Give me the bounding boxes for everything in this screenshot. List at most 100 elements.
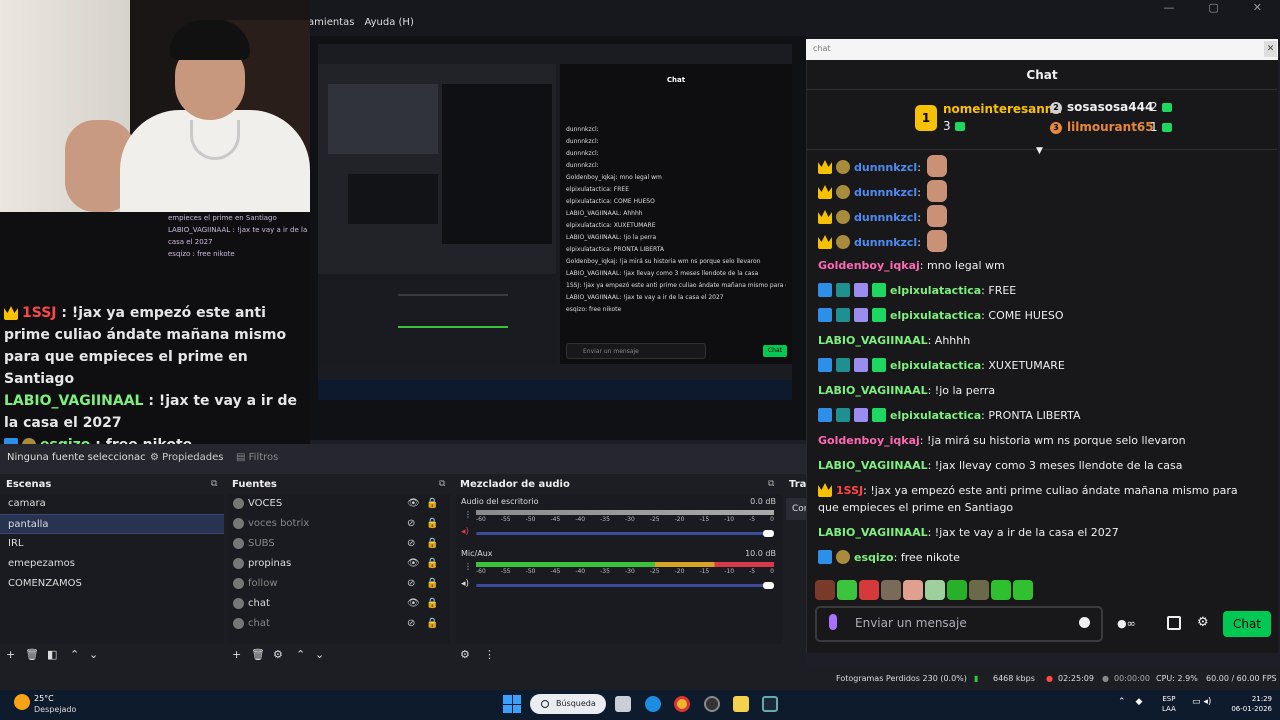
add-source-button[interactable]: +: [232, 648, 241, 661]
leaderboard-user-3[interactable]: lilmourant65: [1067, 120, 1154, 134]
mixer-settings-icon[interactable]: ⚙: [460, 648, 470, 661]
lock-icon[interactable]: 🔒: [426, 554, 438, 574]
volume-fader-knob[interactable]: [763, 582, 774, 589]
gold-badge-icon[interactable]: [836, 235, 850, 249]
chat-username[interactable]: LABIO_VAGIINAAL: [818, 526, 928, 539]
gold-badge-icon[interactable]: [836, 160, 850, 174]
blue-badge-icon[interactable]: [818, 358, 832, 372]
channel-menu-icon[interactable]: ⋮: [464, 562, 472, 571]
move-scene-up-button[interactable]: ⌃: [70, 648, 79, 661]
green-badge-icon[interactable]: [872, 283, 886, 297]
scene-item[interactable]: IRL: [0, 534, 224, 554]
maximize-button[interactable]: ▢: [1208, 1, 1218, 14]
gold-badge-icon[interactable]: [836, 210, 850, 224]
crown-badge-icon[interactable]: [818, 483, 832, 497]
pink-badge-icon[interactable]: [854, 408, 868, 422]
blue-badge-icon[interactable]: [818, 283, 832, 297]
network-volume-icons[interactable]: ▭ ◂): [1192, 697, 1211, 707]
leaderboard-user-1[interactable]: nomeinteresannn: [943, 102, 1062, 116]
speaker-icon[interactable]: ◂): [461, 579, 469, 589]
chat-username[interactable]: LABIO_VAGIINAAL: [818, 334, 928, 347]
emote-icon[interactable]: [991, 580, 1011, 600]
crown-badge-icon[interactable]: [818, 210, 832, 224]
chevron-up-icon[interactable]: ⌃: [1118, 697, 1126, 707]
lock-icon[interactable]: 🔒: [426, 534, 438, 554]
pink-badge-icon[interactable]: [854, 358, 868, 372]
emote-icon[interactable]: [969, 580, 989, 600]
blue-badge-icon[interactable]: [818, 408, 832, 422]
source-item[interactable]: propinas 👁 🔒: [228, 554, 450, 574]
eye-off-icon[interactable]: ⊘: [407, 574, 415, 594]
chat-username[interactable]: Goldenboy_iqkaj: [818, 434, 920, 447]
chat-username[interactable]: Goldenboy_iqkaj: [818, 259, 920, 272]
chat-username[interactable]: elpixulatactica: [890, 284, 981, 297]
dock-float-icon[interactable]: ⧉: [211, 479, 217, 489]
pink-badge-icon[interactable]: [854, 308, 868, 322]
teal-badge-icon[interactable]: [836, 308, 850, 322]
eye-off-icon[interactable]: ⊘: [407, 514, 415, 534]
security-icon[interactable]: ◆: [1136, 697, 1143, 707]
chat-username[interactable]: dunnnkzcl: [854, 211, 917, 224]
move-source-down-button[interactable]: ⌄: [315, 648, 324, 661]
gold-badge-icon[interactable]: [836, 550, 850, 564]
scene-item[interactable]: camara: [0, 494, 224, 514]
language-indicator[interactable]: ESP LAA: [1162, 694, 1176, 714]
volume-fader[interactable]: [476, 532, 774, 535]
volume-fader[interactable]: [476, 584, 774, 587]
scene-filters-button[interactable]: ◧: [47, 648, 57, 661]
microphone-icon[interactable]: [829, 614, 837, 630]
emote-icon[interactable]: [881, 580, 901, 600]
chat-username[interactable]: LABIO_VAGIINAAL: [818, 384, 928, 397]
crown-badge-icon[interactable]: [818, 160, 832, 174]
eye-off-icon[interactable]: ⊘: [407, 614, 415, 634]
eye-off-icon[interactable]: ⊘: [407, 534, 415, 554]
lock-icon[interactable]: 🔒: [426, 494, 438, 514]
store-icon[interactable]: [1167, 616, 1181, 630]
minimize-button[interactable]: —: [1163, 1, 1174, 14]
crown-badge-icon[interactable]: [818, 235, 832, 249]
face-emote-icon[interactable]: [926, 180, 947, 202]
leaderboard-user-2[interactable]: sosasosa444: [1067, 100, 1153, 114]
blue-badge-icon[interactable]: [818, 308, 832, 322]
gold-badge-icon[interactable]: [836, 185, 850, 199]
chat-settings-icon[interactable]: ⚙: [1197, 615, 1209, 630]
volume-fader-knob[interactable]: [763, 530, 774, 537]
chat-username[interactable]: dunnnkzcl: [854, 161, 917, 174]
green-badge-icon[interactable]: [872, 308, 886, 322]
edge-icon[interactable]: [645, 696, 661, 712]
close-button[interactable]: ✕: [1253, 1, 1262, 14]
move-scene-down-button[interactable]: ⌄: [89, 648, 98, 661]
app-icon[interactable]: [733, 696, 749, 712]
crown-badge-icon[interactable]: [818, 185, 832, 199]
face-emote-icon[interactable]: [926, 205, 947, 227]
source-item[interactable]: voces botrix ⊘ 🔒: [228, 514, 450, 534]
remove-source-button[interactable]: 🗑: [251, 648, 265, 661]
chat-username[interactable]: esqizo: [854, 551, 894, 564]
eye-icon[interactable]: 👁: [407, 494, 420, 514]
chat-username[interactable]: LABIO_VAGIINAAL: [818, 459, 928, 472]
lock-icon[interactable]: 🔒: [426, 514, 438, 534]
emote-icon[interactable]: [1013, 580, 1033, 600]
dock-float-icon[interactable]: ⧉: [768, 479, 774, 489]
chat-username[interactable]: elpixulatactica: [890, 309, 981, 322]
speaker-muted-icon[interactable]: ◂): [461, 527, 469, 537]
emoji-icon[interactable]: [1079, 617, 1090, 628]
source-item[interactable]: VOCES 👁 🔒: [228, 494, 450, 514]
source-item[interactable]: chat ⊘ 🔒: [228, 614, 450, 634]
transition-cut-select[interactable]: Cor: [786, 498, 808, 520]
file-explorer-icon[interactable]: [615, 696, 631, 712]
system-tray-icons[interactable]: ⌃ ◆: [1118, 697, 1142, 707]
emote-icon[interactable]: [903, 580, 923, 600]
emote-icon[interactable]: [837, 580, 857, 600]
green-badge-icon[interactable]: [872, 408, 886, 422]
eye-icon[interactable]: 👁: [407, 554, 420, 574]
scene-item[interactable]: pantalla: [0, 514, 224, 534]
face-emote-icon[interactable]: [926, 230, 947, 252]
filters-button[interactable]: ▤ Filtros: [236, 452, 278, 463]
chat-username[interactable]: elpixulatactica: [890, 359, 981, 372]
emote-icon[interactable]: [947, 580, 967, 600]
bits-icon[interactable]: ●∞: [1117, 617, 1136, 630]
properties-button[interactable]: ⚙ Propiedades: [150, 452, 223, 463]
dock-float-icon[interactable]: ⧉: [439, 479, 445, 489]
emote-icon[interactable]: [859, 580, 879, 600]
